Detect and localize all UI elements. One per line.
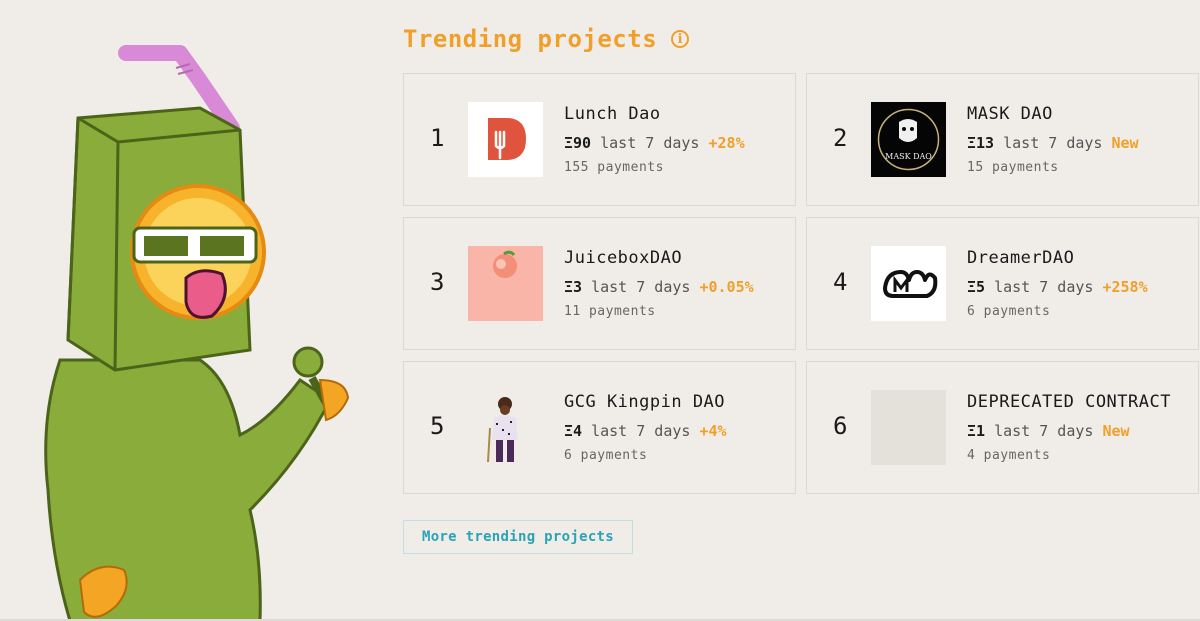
project-card[interactable]: 2 MASK DAO MASK DAO Ξ13 last 7 days New … [806,73,1199,206]
project-name: GCG Kingpin DAO [564,392,726,412]
project-volume: Ξ4 [564,422,583,440]
project-period: last 7 days [591,278,691,296]
project-card[interactable]: 4 DreamerDAO Ξ5 last 7 days +258% 6 paym… [806,217,1199,350]
peach-logo [468,246,543,321]
project-rank: 2 [833,124,848,152]
project-rank: 3 [430,268,445,296]
project-payments: 4 payments [967,448,1051,463]
project-payments: 6 payments [967,304,1051,319]
project-card[interactable]: 1 Lunch Dao Ξ90 last 7 days +28% 155 pay… [403,73,796,206]
project-change: New [1102,422,1130,440]
project-change: New [1111,134,1139,152]
project-name: DreamerDAO [967,248,1075,268]
section-title: Trending projects [403,25,658,53]
trending-projects-section: Trending projects i 1 Lunch Dao Ξ90 last… [403,22,1200,554]
project-volume: Ξ1 [967,422,986,440]
project-change: +4% [699,422,727,440]
project-change: +258% [1102,278,1148,296]
gcg-kingpin-logo [468,390,543,465]
project-name: MASK DAO [967,104,1053,124]
project-period: last 7 days [994,422,1094,440]
project-payments: 11 payments [564,304,656,319]
info-icon[interactable]: i [671,30,690,48]
more-trending-projects-button[interactable]: More trending projects [403,520,633,554]
project-change: +28% [708,134,745,152]
project-card[interactable]: 3 JuiceboxDAO Ξ3 last 7 days +0.05% 11 p… [403,217,796,350]
project-rank: 1 [430,124,445,152]
project-period: last 7 days [994,278,1094,296]
project-name: DEPRECATED CONTRACT [967,392,1171,412]
project-name: Lunch Dao [564,104,661,124]
project-payments: 155 payments [564,160,664,175]
project-change: +0.05% [699,278,754,296]
project-card[interactable]: 6 DEPRECATED CONTRACT Ξ1 last 7 days New… [806,361,1199,494]
project-rank: 4 [833,268,848,296]
project-period: last 7 days [1003,134,1103,152]
project-period: last 7 days [591,422,691,440]
project-volume: Ξ13 [967,134,995,152]
project-rank: 6 [833,412,848,440]
mask-dao-logo: MASK DAO [871,102,946,177]
mask-dao-logo-text: MASK DAO [885,152,932,161]
project-period: last 7 days [600,134,700,152]
project-volume: Ξ5 [967,278,986,296]
dreamer-dao-logo [871,246,946,321]
lunch-dao-logo [468,102,543,177]
project-payments: 6 payments [564,448,648,463]
project-card[interactable]: 5 GCG Kingpin DAO Ξ4 last 7 days +4% 6 p… [403,361,796,494]
project-payments: 15 payments [967,160,1059,175]
juicebox-mascot-illustration [44,45,350,621]
project-volume: Ξ3 [564,278,583,296]
project-volume: Ξ90 [564,134,592,152]
project-rank: 5 [430,412,445,440]
placeholder-logo [871,390,946,465]
project-name: JuiceboxDAO [564,248,683,268]
